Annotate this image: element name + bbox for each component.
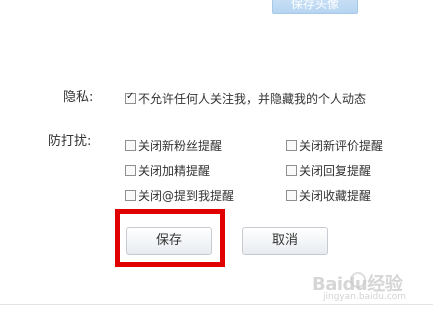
disturb-option-featured[interactable]: 关闭加精提醒 [125, 162, 210, 179]
reply-label: 关闭回复提醒 [299, 164, 372, 178]
privacy-label: 隐私: [63, 90, 94, 105]
reply-checkbox[interactable] [286, 165, 297, 176]
new-fans-checkbox[interactable] [125, 140, 136, 151]
cancel-button[interactable]: 取消 [242, 227, 328, 255]
save-button-highlight [115, 209, 225, 267]
privacy-checkbox[interactable] [125, 91, 136, 104]
disturb-option-new-fans[interactable]: 关闭新粉丝提醒 [125, 137, 222, 154]
divider [0, 304, 433, 305]
disturb-label: 防打扰: [48, 134, 92, 149]
privacy-option-label: 不允许任何人关注我，并隐藏我的个人动态 [138, 92, 367, 106]
mention-checkbox[interactable] [125, 190, 136, 201]
new-review-checkbox[interactable] [286, 140, 297, 151]
new-review-label: 关闭新评价提醒 [299, 139, 384, 153]
featured-checkbox[interactable] [125, 165, 136, 176]
favorite-label: 关闭收藏提醒 [299, 189, 372, 203]
disturb-option-reply[interactable]: 关闭回复提醒 [286, 162, 371, 179]
new-fans-label: 关闭新粉丝提醒 [138, 139, 223, 153]
featured-label: 关闭加精提醒 [138, 164, 211, 178]
mention-label: 关闭@提到我提醒 [138, 189, 235, 203]
disturb-option-new-review[interactable]: 关闭新评价提醒 [286, 137, 383, 154]
watermark-url: jingyan.baidu.com [323, 292, 407, 302]
disturb-option-favorite[interactable]: 关闭收藏提醒 [286, 187, 371, 204]
disturb-option-mention[interactable]: 关闭@提到我提醒 [125, 187, 234, 204]
privacy-option[interactable]: 不允许任何人关注我，并隐藏我的个人动态 [125, 90, 366, 107]
favorite-checkbox[interactable] [286, 190, 297, 201]
save-avatar-button[interactable]: 保存头像 [272, 0, 358, 14]
